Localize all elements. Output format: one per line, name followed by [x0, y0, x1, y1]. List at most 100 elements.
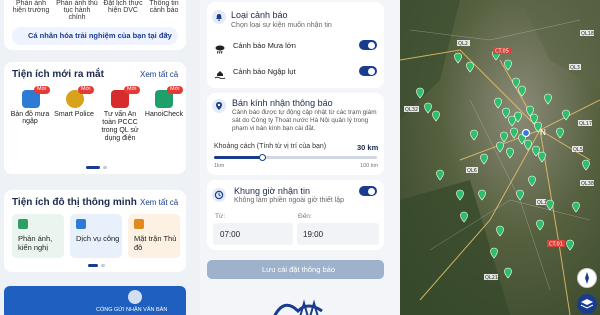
app-label: Bản đồ mưa ngập	[10, 111, 50, 125]
page-dot	[101, 264, 105, 267]
card-description: Cảnh báo được tự động cập nhật từ các tr…	[232, 109, 377, 132]
personalize-label: Cá nhân hóa trải nghiệm của bạn tại đây	[28, 31, 172, 40]
app-smart-police[interactable]: Mới Smart Police	[54, 86, 94, 148]
smart-item[interactable]: Dịch vụ công	[70, 214, 122, 258]
shortcut-label[interactable]: Phản ánh hiện trường	[10, 0, 52, 14]
shortcut-label[interactable]: Đặt lịch thực hiện DVC	[102, 0, 144, 14]
toggle-knob	[368, 41, 375, 49]
page-indicator	[88, 264, 98, 267]
compass-button[interactable]	[577, 268, 597, 288]
card-title: Loại cảnh báo	[231, 10, 288, 20]
app-fire-safety[interactable]: Mới Tư vấn An toàn PCCC trong QL sử dụng…	[97, 86, 143, 168]
distance-label: Khoảng cách (Tính từ vị trí của bạn)	[214, 143, 327, 150]
smart-item-label: Mặt trận Thủ đô	[134, 234, 177, 252]
toggle-flood[interactable]	[359, 66, 377, 76]
option-label: Cảnh báo Mưa lớn	[233, 41, 296, 50]
page-dot	[103, 166, 107, 169]
bell-icon	[212, 10, 226, 24]
card-title: Bán kính nhận thông báo	[232, 98, 333, 108]
slider-knob[interactable]	[259, 154, 267, 161]
distance-slider[interactable]	[214, 154, 377, 161]
from-label: Từ:	[215, 213, 226, 220]
time-window-card: Khung giờ nhận tin Không làm phiền ngoài…	[207, 180, 384, 250]
toggle-time-window[interactable]	[359, 186, 377, 196]
map-label: QL21	[485, 275, 498, 281]
rain-cloud-icon	[215, 41, 225, 54]
radius-card: Bán kính nhận thông báo Cảnh báo được tự…	[207, 93, 384, 175]
to-time-field[interactable]: 19:00	[297, 223, 379, 245]
personalize-button[interactable]: Cá nhân hóa trải nghiệm của bạn tại đây …	[12, 27, 178, 45]
new-utilities-card: Tiện ích mới ra mắt Xem tất cả Mới Bản đ…	[4, 62, 186, 174]
public-service-icon	[76, 219, 86, 229]
map-label: QL3	[570, 65, 580, 71]
map-label: QL32	[405, 107, 418, 113]
map-label: QL38	[581, 181, 594, 187]
shortcut-label[interactable]: Phản ánh thủ tục hành chính	[56, 0, 98, 21]
app-rain-map[interactable]: Mới Bản đồ mưa ngập	[10, 86, 50, 148]
smart-item-label: Dịch vụ công	[76, 234, 120, 243]
compass-icon	[585, 272, 589, 284]
front-icon	[134, 219, 144, 229]
app-label: HanoiCheck	[144, 111, 184, 118]
map-label: QL1	[537, 200, 547, 206]
map-label: CT.05	[495, 49, 509, 55]
distance-value: 30 km	[357, 143, 379, 152]
slider-max: 100 km	[360, 163, 379, 169]
smart-city-card: Tiện ích đô thị thông minh Xem tất cả Ph…	[4, 190, 186, 272]
toggle-knob	[368, 187, 375, 195]
section-title: Tiện ích đô thị thông minh	[12, 197, 137, 208]
shortcut-label[interactable]: Thông tin cảnh báo	[144, 0, 184, 14]
satellite-map[interactable]: CT.05 QL2 QL3 QL32 QL6 QL21 QL1 CT.01 QL…	[400, 0, 600, 315]
chevron-right-icon: ›	[165, 29, 168, 39]
layers-icon	[580, 299, 594, 309]
clock-icon	[212, 188, 226, 202]
current-location-marker	[521, 128, 531, 138]
smart-item[interactable]: Phản ánh, kiến nghị	[12, 214, 64, 258]
map-label: QL18	[581, 31, 594, 37]
flood-icon	[214, 66, 226, 80]
map-label: QL5	[573, 147, 583, 153]
map-label: N	[540, 128, 546, 137]
map-label: QL17	[579, 121, 592, 127]
app-label: Tư vấn An toàn PCCC trong QL sử dụng điệ…	[101, 111, 139, 142]
new-badge: Mới	[124, 86, 140, 94]
top-shortcuts-card: Phản ánh hiện trường Phản ánh thủ tục hà…	[4, 0, 186, 50]
banner-text: CỔNG GỬI NHẬN VĂN BẢN	[96, 307, 168, 313]
home-panel: Phản ánh hiện trường Phản ánh thủ tục hà…	[0, 0, 200, 315]
document-banner[interactable]: CỔNG GỬI NHẬN VĂN BẢN	[4, 286, 186, 315]
slider-min: 1km	[214, 163, 225, 169]
feedback-icon	[18, 219, 28, 229]
map-label: QL2	[458, 41, 468, 47]
new-badge: Mới	[78, 86, 94, 94]
card-subtitle: Không làm phiền ngoài giờ thiết lập	[234, 197, 345, 204]
map-label: CT.01	[549, 242, 563, 248]
layers-button[interactable]	[577, 294, 597, 314]
emblem-icon	[128, 290, 142, 304]
save-settings-button[interactable]: Lưu cài đặt thông báo	[207, 260, 384, 279]
app-hanoicheck[interactable]: Mới HanoiCheck	[144, 86, 184, 148]
new-badge: Mới	[167, 86, 183, 94]
company-logo	[270, 297, 328, 315]
location-pin-icon	[212, 99, 226, 113]
slider-fill	[214, 156, 263, 159]
app-label: Smart Police	[54, 111, 94, 118]
from-time-value: 07:00	[220, 230, 241, 239]
to-time-value: 19:00	[303, 230, 324, 239]
section-title: Tiện ích mới ra mắt	[12, 69, 104, 80]
option-label: Cảnh báo Ngập lụt	[233, 67, 296, 76]
save-button-label: Lưu cài đặt thông báo	[262, 265, 335, 274]
from-time-field[interactable]: 07:00	[213, 223, 293, 245]
map-panel[interactable]: CT.05 QL2 QL3 QL32 QL6 QL21 QL1 CT.01 QL…	[400, 0, 600, 315]
page-indicator	[86, 166, 100, 169]
see-all-link[interactable]: Xem tất cả	[140, 70, 178, 79]
card-subtitle: Chọn loại sự kiện muốn nhận tin	[231, 22, 332, 29]
toggle-knob	[368, 67, 375, 75]
new-badge: Mới	[34, 86, 50, 94]
smart-item[interactable]: Mặt trận Thủ đô	[128, 214, 180, 258]
to-label: Đến:	[298, 213, 312, 220]
map-label: QL6	[467, 168, 477, 174]
toggle-heavy-rain[interactable]	[359, 40, 377, 50]
alert-type-card: Loại cảnh báo Chọn loại sự kiện muốn nhậ…	[207, 2, 384, 88]
see-all-link[interactable]: Xem tất cả	[140, 198, 178, 207]
card-title: Khung giờ nhận tin	[234, 186, 310, 196]
